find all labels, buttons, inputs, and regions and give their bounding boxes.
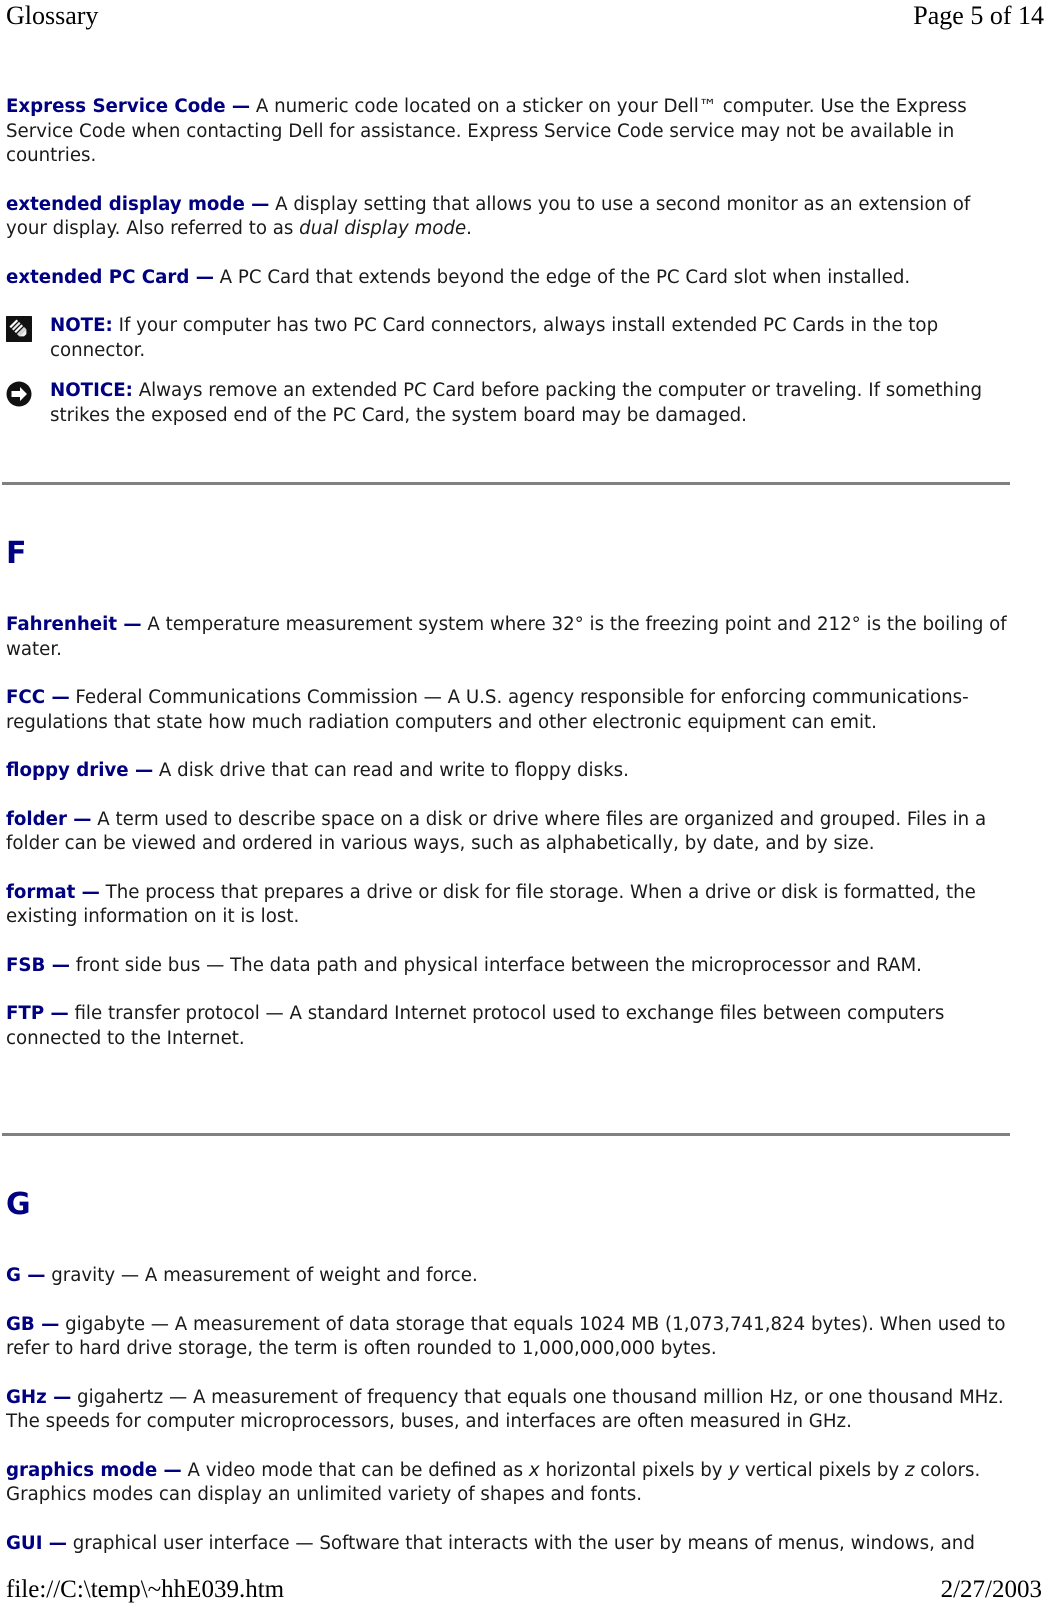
glossary-definition: A temperature measurement system where 3… xyxy=(6,614,1007,660)
glossary-definition: front side bus — The data path and physi… xyxy=(69,954,922,976)
glossary-entry-g: G — gravity — A measurement of weight an… xyxy=(0,1264,1052,1289)
glossary-entry-graphics-mode: graphics mode — A video mode that can be… xyxy=(0,1459,1052,1508)
notice-arrow-icon xyxy=(6,381,32,407)
page-footer: file://C:\temp\~hhE039.htm 2/27/2003 xyxy=(0,1575,1052,1609)
glossary-term: folder — xyxy=(6,808,92,830)
glossary-entry-fcc: FCC — Federal Communications Commission … xyxy=(0,686,1052,735)
variable-x: x xyxy=(528,1459,540,1481)
glossary-definition: gravity — A measurement of weight and fo… xyxy=(45,1265,478,1286)
glossary-entry-floppy-drive: floppy drive — A disk drive that can rea… xyxy=(0,759,1052,784)
glossary-definition: graphical user interface — Software that… xyxy=(66,1532,975,1554)
section-heading-f: F xyxy=(6,536,27,571)
note-text: If your computer has two PC Card connect… xyxy=(50,315,939,361)
glossary-entry-express-service-code: Express Service Code — A numeric code lo… xyxy=(0,95,1052,169)
notice-label: NOTICE: xyxy=(50,380,133,401)
page-number-label: Page 5 of 14 xyxy=(913,1,1044,30)
glossary-entry-ghz: GHz — gigahertz — A measurement of frequ… xyxy=(0,1386,1052,1435)
section-heading-g: G xyxy=(6,1187,31,1222)
glossary-term: format — xyxy=(6,881,100,903)
variable-y: y xyxy=(728,1459,740,1481)
glossary-definition: gigahertz — A measurement of frequency t… xyxy=(6,1386,1004,1433)
glossary-term: Express Service Code — xyxy=(6,96,251,117)
glossary-definition: A disk drive that can read and write to … xyxy=(153,760,629,781)
variable-z: z xyxy=(904,1459,915,1481)
page-header: Glossary Page 5 of 14 xyxy=(0,0,1052,38)
glossary-entry-format: format — The process that prepares a dri… xyxy=(0,881,1052,930)
glossary-term: FTP — xyxy=(6,1003,69,1024)
glossary-definition: A video mode that can be defined as xyxy=(181,1459,529,1481)
glossary-term: floppy drive — xyxy=(6,760,154,781)
glossary-entry-gui: GUI — graphical user interface — Softwar… xyxy=(0,1532,1052,1557)
glossary-definition: gigabyte — A measurement of data storage… xyxy=(6,1313,1006,1360)
glossary-term: Fahrenheit — xyxy=(6,614,142,635)
glossary-entry-extended-display-mode: extended display mode — A display settin… xyxy=(0,193,1052,242)
glossary-term: GB — xyxy=(6,1313,60,1335)
glossary-definition: A PC Card that extends beyond the edge o… xyxy=(213,266,911,288)
glossary-entry-extended-pc-card: extended PC Card — A PC Card that extend… xyxy=(0,266,1052,291)
glossary-definition: horizontal pixels by xyxy=(539,1459,729,1481)
glossary-term: FSB — xyxy=(6,954,70,976)
glossary-term: FCC — xyxy=(6,687,70,708)
glossary-term: G — xyxy=(6,1265,46,1286)
glossary-term: extended display mode — xyxy=(6,193,270,215)
footer-file-path: file://C:\temp\~hhE039.htm xyxy=(6,1576,285,1603)
glossary-definition: file transfer protocol — A standard Inte… xyxy=(6,1003,945,1049)
glossary-entry-gb: GB — gigabyte — A measurement of data st… xyxy=(0,1313,1052,1362)
glossary-definition: vertical pixels by xyxy=(739,1459,905,1481)
glossary-definition: A term used to describe space on a disk … xyxy=(6,808,987,855)
notice-callout: NOTICE: Always remove an extended PC Car… xyxy=(0,379,1052,428)
glossary-term: GHz — xyxy=(6,1386,72,1408)
note-callout: NOTE: If your computer has two PC Card c… xyxy=(0,314,1052,363)
glossary-term: extended PC Card — xyxy=(6,266,214,288)
glossary-definition: Federal Communications Commission — A U.… xyxy=(6,687,969,733)
notice-text: Always remove an extended PC Card before… xyxy=(50,380,983,426)
note-pencil-icon xyxy=(6,316,32,342)
glossary-entry-fsb: FSB — front side bus — The data path and… xyxy=(0,954,1052,979)
footer-date: 2/27/2003 xyxy=(940,1576,1042,1603)
glossary-definition-italic: dual display mode xyxy=(299,218,467,239)
glossary-definition-tail: . xyxy=(466,218,472,239)
glossary-definition: The process that prepares a drive or dis… xyxy=(6,881,976,928)
glossary-entry-ftp: FTP — file transfer protocol — A standar… xyxy=(0,1002,1052,1051)
glossary-term: graphics mode — xyxy=(6,1459,182,1481)
note-label: NOTE: xyxy=(50,315,113,336)
document-content: Express Service Code — A numeric code lo… xyxy=(0,95,1052,1580)
glossary-entry-fahrenheit: Fahrenheit — A temperature measurement s… xyxy=(0,613,1052,662)
glossary-entry-folder: folder — A term used to describe space o… xyxy=(0,808,1052,857)
glossary-term: GUI — xyxy=(6,1532,67,1554)
page-header-title: Glossary xyxy=(6,1,99,30)
